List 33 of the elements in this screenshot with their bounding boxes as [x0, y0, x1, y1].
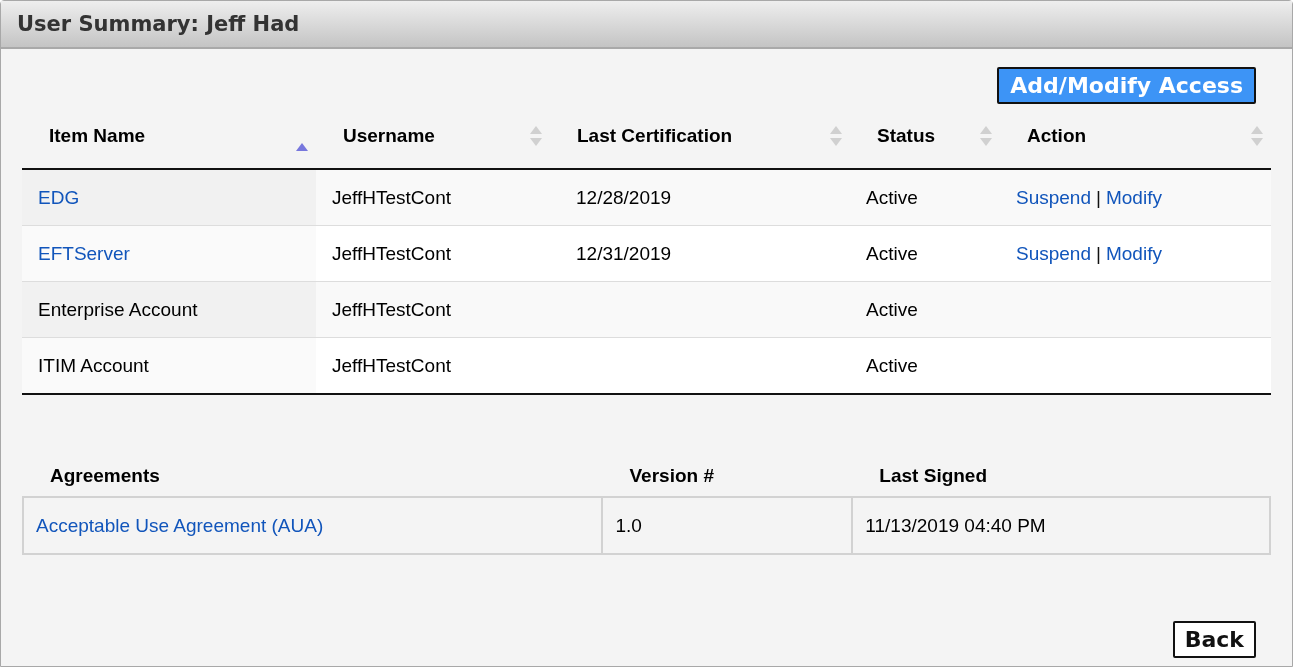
back-button[interactable]: Back [1172, 621, 1256, 658]
column-header[interactable]: Action [1027, 125, 1087, 147]
column-header: Agreements [50, 465, 160, 486]
action-link[interactable]: Modify [1105, 186, 1162, 208]
column-header[interactable]: Last Certification [577, 125, 733, 147]
separator-text: | [1095, 242, 1102, 264]
item-link[interactable]: EFTServer [38, 242, 130, 264]
column-header[interactable]: Item Name [49, 125, 146, 147]
username-text: JeffHTestCont [332, 186, 451, 208]
item-name: ITIM Account [38, 354, 149, 376]
username-text: JeffHTestCont [332, 298, 451, 320]
separator-text: | [1095, 186, 1102, 208]
action-link[interactable]: Modify [1105, 242, 1162, 264]
username-text: JeffHTestCont [332, 242, 451, 264]
status-text: Active [866, 242, 918, 264]
status-text: Active [866, 186, 918, 208]
action-link[interactable]: Suspend [1016, 242, 1091, 264]
certification-date: 12/28/2019 [576, 186, 672, 208]
action-link[interactable]: Suspend [1016, 186, 1091, 208]
column-header: Version # [629, 465, 714, 486]
certification-date: 12/31/2019 [576, 242, 672, 264]
version-text: 1.0 [615, 514, 642, 536]
status-text: Active [866, 298, 918, 320]
username-text: JeffHTestCont [332, 354, 451, 376]
column-header[interactable]: Status [877, 125, 936, 147]
window-title: User Summary: Jeff Had [17, 12, 300, 36]
status-text: Active [866, 354, 918, 376]
column-header[interactable]: Username [343, 125, 435, 147]
item-link[interactable]: EDG [38, 186, 80, 208]
item-name: Enterprise Account [38, 298, 198, 320]
signed-date: 11/13/2019 04:40 PM [865, 514, 1046, 536]
column-header: Last Signed [879, 465, 988, 486]
agreement-link[interactable]: Acceptable Use Agreement (AUA) [36, 514, 324, 536]
